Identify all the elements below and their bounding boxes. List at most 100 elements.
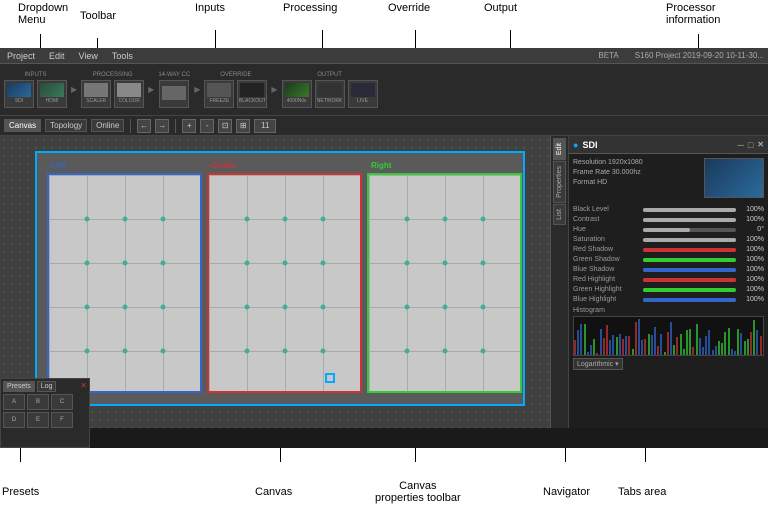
scaler-node[interactable]: SCALER bbox=[81, 80, 111, 108]
pipeline-toolbar: INPUTS SDI HDMI ▶ PROCESSING SCALER bbox=[0, 64, 768, 116]
tab-presets[interactable]: Presets bbox=[3, 381, 35, 392]
freeze-node[interactable]: FREEZE bbox=[204, 80, 234, 108]
btn-zoom-level[interactable]: 11 bbox=[254, 119, 276, 133]
slider-fill-black-level bbox=[643, 208, 736, 212]
slider-track-contrast[interactable] bbox=[643, 218, 736, 222]
scaler-label: SCALER bbox=[86, 98, 106, 104]
arrow-4: ▶ bbox=[270, 85, 278, 94]
display-panel-right[interactable]: Right bbox=[367, 173, 522, 393]
hist-bar-55 bbox=[750, 332, 752, 355]
hist-bar-57 bbox=[756, 330, 758, 355]
btn-zoom-out[interactable]: - bbox=[200, 119, 214, 133]
menu-edit[interactable]: Edit bbox=[46, 51, 68, 61]
colour-node[interactable]: COLOUR bbox=[114, 80, 144, 108]
tab-topology[interactable]: Topology bbox=[45, 119, 87, 132]
canvas-viewport[interactable]: Left bbox=[35, 151, 525, 406]
preset-b[interactable]: B bbox=[27, 394, 49, 410]
cc-label: 14-WAY CC bbox=[158, 72, 190, 78]
prop-row-red-highlight: Red Highlight100% bbox=[573, 276, 764, 283]
btn-grid[interactable]: ⊞ bbox=[236, 119, 250, 133]
cc-node[interactable] bbox=[159, 80, 189, 108]
colour-out-node[interactable]: 4000Nits bbox=[282, 80, 312, 108]
grid-dot bbox=[405, 305, 410, 310]
slider-track-blue-highlight[interactable] bbox=[643, 298, 736, 302]
properties-maximize[interactable]: □ bbox=[748, 140, 753, 150]
preset-a[interactable]: A bbox=[3, 394, 25, 410]
display-panel-left[interactable]: Left bbox=[47, 173, 202, 393]
preset-e[interactable]: E bbox=[27, 412, 49, 428]
panel-label-center: Center bbox=[211, 161, 236, 170]
preset-f[interactable]: F bbox=[51, 412, 73, 428]
slider-track-green-highlight[interactable] bbox=[643, 288, 736, 292]
btn-back[interactable]: ← bbox=[137, 119, 151, 133]
btn-forward[interactable]: → bbox=[155, 119, 169, 133]
properties-close[interactable]: ✕ bbox=[757, 140, 764, 150]
hist-bar-2 bbox=[580, 324, 582, 355]
properties-minimize[interactable]: ─ bbox=[737, 140, 743, 150]
sdi-node[interactable]: SDI bbox=[4, 80, 34, 108]
hdmi-node[interactable]: HDMI bbox=[37, 80, 67, 108]
prop-row-blue-highlight: Blue Highlight100% bbox=[573, 296, 764, 303]
prop-thumbnail bbox=[704, 158, 764, 198]
output-annotation: Output bbox=[484, 2, 517, 14]
tab-log[interactable]: Log bbox=[37, 381, 57, 392]
hist-bar-3 bbox=[584, 324, 586, 355]
sdi-label: SDI bbox=[15, 98, 23, 104]
hist-bar-10 bbox=[606, 325, 608, 355]
display-panel-center[interactable]: Center bbox=[207, 173, 362, 393]
slider-track-red-highlight[interactable] bbox=[643, 278, 736, 282]
preset-d[interactable]: D bbox=[3, 412, 25, 428]
tab-edit[interactable]: Edit bbox=[553, 138, 566, 160]
tab-list[interactable]: List bbox=[553, 204, 566, 225]
output-nodes: 4000Nits NETWORK LIVE bbox=[282, 80, 378, 108]
hist-bar-44 bbox=[715, 346, 717, 355]
slider-track-saturation[interactable] bbox=[643, 238, 736, 242]
menu-tools[interactable]: Tools bbox=[109, 51, 136, 61]
grid-dot bbox=[161, 305, 166, 310]
hist-bar-24 bbox=[651, 335, 653, 355]
colour-out-label: 4000Nits bbox=[287, 98, 307, 104]
grid-dot bbox=[481, 261, 486, 266]
tab-online[interactable]: Online bbox=[91, 119, 124, 132]
blackout-node[interactable]: BLACKOUT bbox=[237, 80, 267, 108]
menu-view[interactable]: View bbox=[76, 51, 101, 61]
properties-panel: ● SDI ─ □ ✕ Resolution 1920x1080 Frame R… bbox=[568, 136, 768, 428]
toolbar-annotation: Toolbar bbox=[80, 10, 116, 22]
hist-bar-42 bbox=[708, 330, 710, 355]
grid-dot bbox=[321, 261, 326, 266]
output-label: OUTPUT bbox=[317, 72, 342, 78]
hist-bar-23 bbox=[648, 334, 650, 355]
histogram-log-btn[interactable]: Logarithmic ▾ bbox=[573, 358, 623, 370]
grid-dot bbox=[443, 217, 448, 222]
preset-c[interactable]: C bbox=[51, 394, 73, 410]
network-node[interactable]: NETWORK bbox=[315, 80, 345, 108]
slider-track-hue[interactable] bbox=[643, 228, 736, 232]
presets-close[interactable]: ✕ bbox=[80, 381, 87, 392]
navigator-annotation: Navigator bbox=[543, 486, 590, 498]
btn-zoom-in[interactable]: + bbox=[182, 119, 196, 133]
right-tabs: Edit Properties List bbox=[550, 136, 568, 428]
separator-2 bbox=[175, 119, 176, 133]
live-control-node[interactable]: LIVE bbox=[348, 80, 378, 108]
slider-track-black-level[interactable] bbox=[643, 208, 736, 212]
processing-group: PROCESSING SCALER COLOUR bbox=[81, 72, 144, 108]
tab-canvas[interactable]: Canvas bbox=[4, 119, 41, 132]
grid-dot bbox=[245, 217, 250, 222]
slider-track-blue-shadow[interactable] bbox=[643, 268, 736, 272]
btn-fit[interactable]: ⊡ bbox=[218, 119, 232, 133]
prop-value-black-level: 100% bbox=[736, 206, 764, 213]
grid-dot bbox=[481, 349, 486, 354]
menu-project[interactable]: Project bbox=[4, 51, 38, 61]
navigator[interactable] bbox=[325, 373, 335, 383]
slider-track-green-shadow[interactable] bbox=[643, 258, 736, 262]
hist-bar-6 bbox=[593, 339, 595, 355]
slider-track-red-shadow[interactable] bbox=[643, 248, 736, 252]
grid-dot bbox=[405, 217, 410, 222]
hist-bar-13 bbox=[616, 337, 618, 356]
hist-bar-16 bbox=[625, 336, 627, 355]
tab-properties[interactable]: Properties bbox=[553, 161, 566, 203]
hist-bar-43 bbox=[712, 350, 714, 355]
hist-bar-59 bbox=[763, 321, 764, 355]
properties-icon: ● bbox=[573, 140, 578, 150]
slider-fill-green-highlight bbox=[643, 288, 736, 292]
